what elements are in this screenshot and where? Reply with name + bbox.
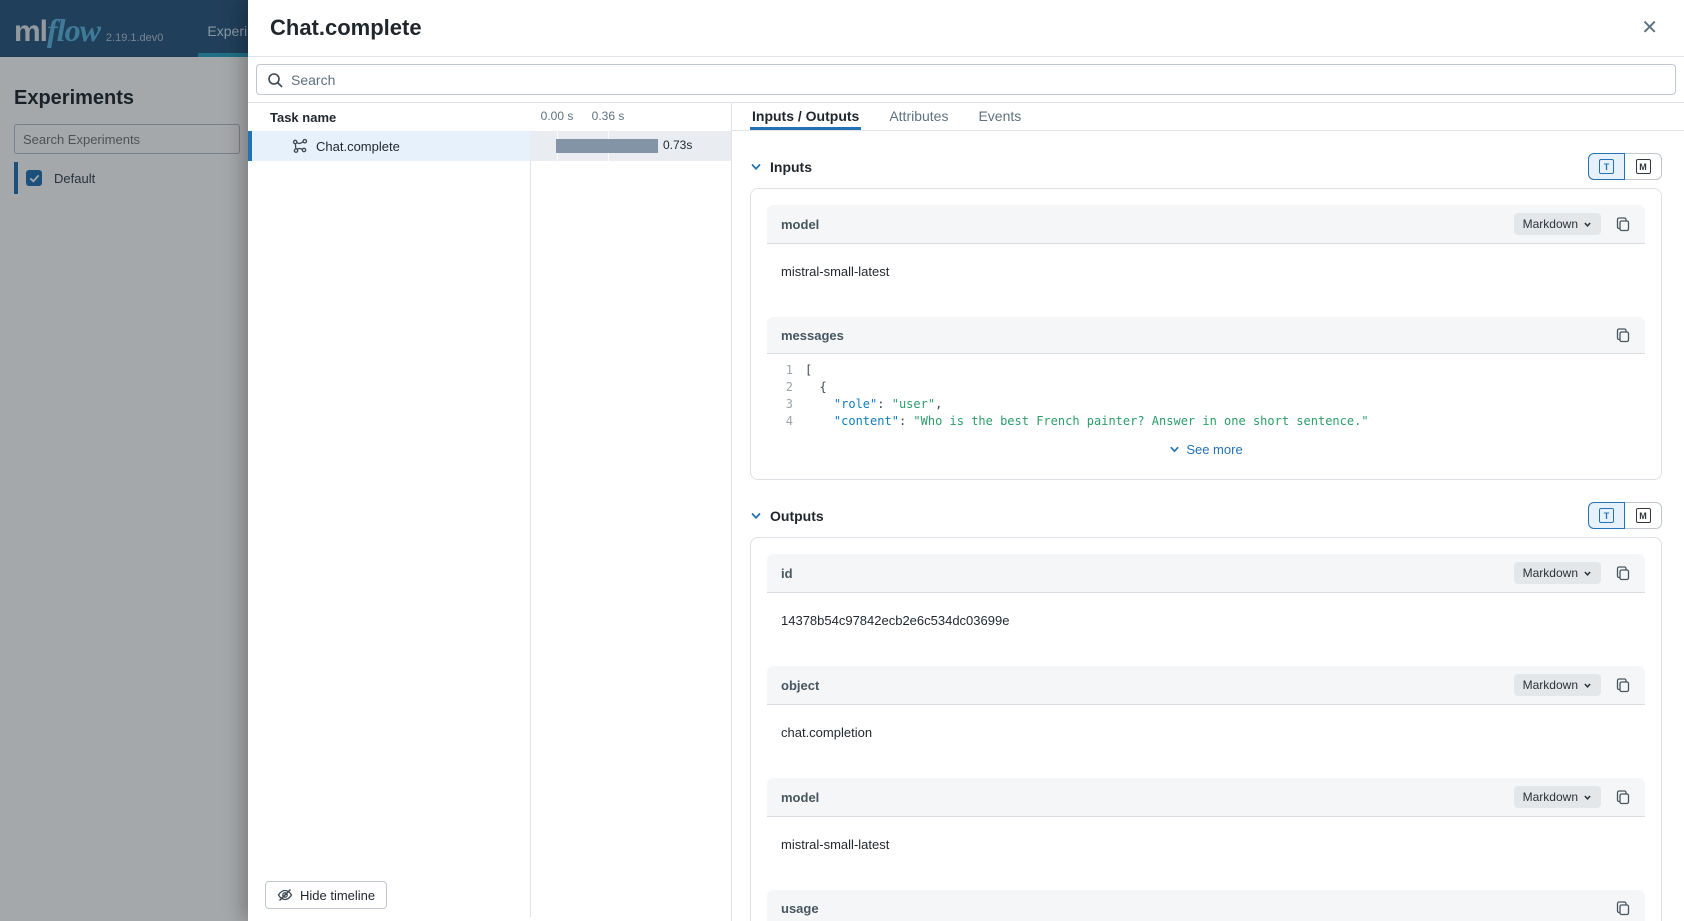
duration-bar[interactable] <box>556 139 658 153</box>
field-usage: usage 1{2 "prompt_tokens": 16 <box>767 890 1645 921</box>
inputs-renderer-toggle: T M <box>1588 153 1662 180</box>
copy-icon[interactable] <box>1615 900 1631 916</box>
task-row-timeline-cell[interactable]: 0.73s <box>530 131 731 161</box>
outputs-section-box: id Markdown 14378b54c97842ecb2e6c534dc03… <box>750 537 1662 921</box>
tick-label-0: 0.00 s <box>541 109 574 123</box>
text-mode-icon: T <box>1599 508 1614 523</box>
copy-icon[interactable] <box>1615 565 1631 581</box>
chevron-down-icon[interactable] <box>750 161 762 173</box>
outputs-renderer-toggle: T M <box>1588 502 1662 529</box>
tick-label-1: 0.36 s <box>592 109 625 123</box>
tab-attributes[interactable]: Attributes <box>887 103 950 130</box>
field-header: id Markdown <box>767 554 1645 593</box>
field-label: model <box>781 217 1514 232</box>
text-mode-icon: T <box>1599 159 1614 174</box>
field-value: mistral-small-latest <box>767 244 1645 299</box>
detail-content: Inputs T M model Markdown <box>732 131 1684 921</box>
markdown-toggle-button[interactable]: M <box>1625 502 1662 529</box>
raw-text-toggle-button[interactable]: T <box>1588 502 1625 529</box>
trace-span-icon <box>292 138 308 154</box>
close-icon[interactable]: ✕ <box>1635 14 1664 42</box>
detail-pane: Inputs / Outputs Attributes Events Input… <box>731 103 1684 921</box>
see-more-button[interactable]: See more <box>767 434 1645 463</box>
renderer-select-value: Markdown <box>1523 217 1578 231</box>
copy-icon[interactable] <box>1615 789 1631 805</box>
field-messages: messages 1[2 {3 "role": "user",4 "conten… <box>767 317 1645 463</box>
copy-icon[interactable] <box>1615 677 1631 693</box>
timeline-divider <box>530 131 531 917</box>
drawer-title: Chat.complete <box>270 15 1635 41</box>
field-value: chat.completion <box>767 705 1645 760</box>
copy-icon[interactable] <box>1615 327 1631 343</box>
field-label: id <box>781 566 1514 581</box>
renderer-select[interactable]: Markdown <box>1514 562 1601 584</box>
chevron-down-icon <box>1583 569 1592 578</box>
renderer-select[interactable]: Markdown <box>1514 213 1601 235</box>
field-object: object Markdown chat.completion <box>767 666 1645 760</box>
field-label: model <box>781 790 1514 805</box>
copy-icon[interactable] <box>1615 216 1631 232</box>
hide-timeline-label: Hide timeline <box>300 888 375 903</box>
field-header: model Markdown <box>767 205 1645 244</box>
chevron-down-icon <box>1583 220 1592 229</box>
markdown-toggle-button[interactable]: M <box>1625 153 1662 180</box>
trace-detail-drawer: Chat.complete ✕ Task name 0.00 s 0.36 s <box>248 0 1684 921</box>
drawer-search-box[interactable] <box>256 64 1676 95</box>
timeline-empty-area <box>248 161 731 881</box>
markdown-mode-icon: M <box>1636 159 1651 174</box>
see-more-label: See more <box>1186 442 1242 457</box>
field-model-output: model Markdown mistral-small-latest <box>767 778 1645 872</box>
timeline-pane: Task name 0.00 s 0.36 s Chat.complete <box>248 103 731 921</box>
field-label: messages <box>781 328 1615 343</box>
messages-code-block: 1[2 {3 "role": "user",4 "content": "Who … <box>767 354 1645 434</box>
task-name-column-header: Task name <box>248 110 530 125</box>
renderer-select-value: Markdown <box>1523 566 1578 580</box>
task-row-label-cell[interactable]: Chat.complete <box>248 131 530 161</box>
chevron-down-icon <box>1583 793 1592 802</box>
renderer-select-value: Markdown <box>1523 678 1578 692</box>
timeline-footer: Hide timeline <box>248 881 731 921</box>
duration-label: 0.73s <box>663 138 692 152</box>
inputs-section-title: Inputs <box>770 159 1580 175</box>
timeline-ticks: 0.00 s 0.36 s <box>530 103 731 131</box>
field-value: mistral-small-latest <box>767 817 1645 872</box>
detail-tabs: Inputs / Outputs Attributes Events <box>732 103 1684 131</box>
outputs-section-header: Outputs T M <box>750 502 1662 529</box>
field-header: object Markdown <box>767 666 1645 705</box>
inputs-section-box: model Markdown mistral-small-latest <box>750 188 1662 480</box>
raw-text-toggle-button[interactable]: T <box>1588 153 1625 180</box>
drawer-search-row <box>248 57 1684 103</box>
field-id: id Markdown 14378b54c97842ecb2e6c534dc03… <box>767 554 1645 648</box>
tab-events[interactable]: Events <box>976 103 1023 130</box>
outputs-section-title: Outputs <box>770 508 1580 524</box>
field-value: 14378b54c97842ecb2e6c534dc03699e <box>767 593 1645 648</box>
chevron-down-icon <box>1583 681 1592 690</box>
chevron-down-icon[interactable] <box>750 510 762 522</box>
tab-inputs-outputs[interactable]: Inputs / Outputs <box>750 103 861 130</box>
field-header: usage <box>767 890 1645 921</box>
field-model: model Markdown mistral-small-latest <box>767 205 1645 299</box>
inputs-section-header: Inputs T M <box>750 153 1662 180</box>
field-label: object <box>781 678 1514 693</box>
task-row-chat-complete[interactable]: Chat.complete 0.73s <box>248 131 731 161</box>
renderer-select[interactable]: Markdown <box>1514 674 1601 696</box>
drawer-search-input[interactable] <box>291 72 1665 88</box>
timeline-header: Task name 0.00 s 0.36 s <box>248 103 731 131</box>
search-icon <box>267 72 283 88</box>
field-label: usage <box>781 901 1615 916</box>
field-header: messages <box>767 317 1645 354</box>
renderer-select-value: Markdown <box>1523 790 1578 804</box>
chevron-down-icon <box>1169 444 1180 455</box>
task-row-name: Chat.complete <box>316 139 400 154</box>
field-header: model Markdown <box>767 778 1645 817</box>
renderer-select[interactable]: Markdown <box>1514 786 1601 808</box>
eye-off-icon <box>277 887 293 903</box>
drawer-header: Chat.complete ✕ <box>248 0 1684 57</box>
markdown-mode-icon: M <box>1636 508 1651 523</box>
hide-timeline-button[interactable]: Hide timeline <box>265 881 387 909</box>
